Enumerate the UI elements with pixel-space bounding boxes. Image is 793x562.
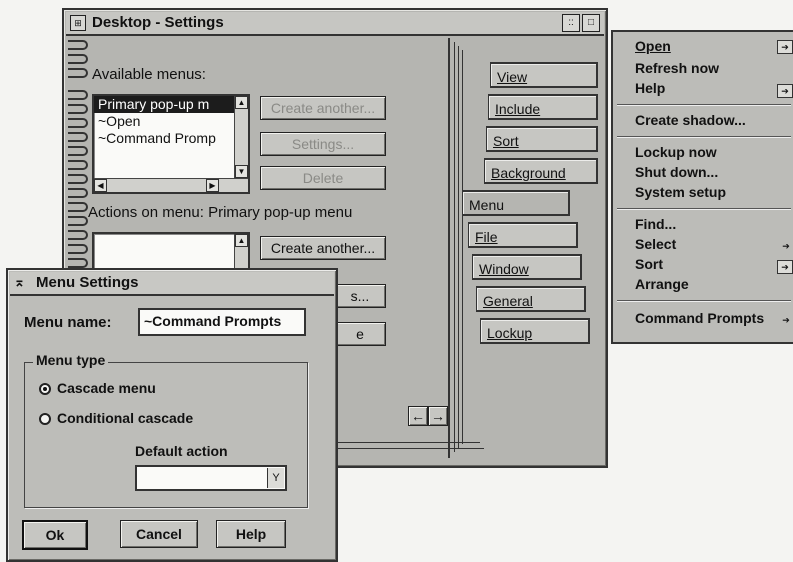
tab-label: Lockup (487, 325, 533, 341)
scroll-down-icon[interactable]: ▼ (235, 165, 248, 178)
submenu-arrow-icon[interactable]: ➔ (777, 84, 793, 98)
menu-item-find[interactable]: Find... (635, 216, 676, 232)
scroll-up-icon[interactable]: ▲ (235, 96, 248, 109)
window-title: Desktop - Settings (92, 14, 224, 31)
arrow-right-icon[interactable]: → (428, 406, 448, 426)
settings-titlebar[interactable]: ⊞ Desktop - Settings :: □ (66, 12, 604, 36)
default-action-combo[interactable]: Y (135, 465, 287, 491)
tab-label: Background (491, 165, 566, 181)
default-action-label: Default action (135, 443, 228, 459)
menu-item-create-shadow[interactable]: Create shadow... (635, 112, 746, 128)
menu-name-label: Menu name: (24, 314, 112, 331)
submenu-arrow-icon[interactable]: ➔ (777, 40, 793, 54)
list-item[interactable]: ~Command Promp (94, 130, 248, 147)
dialog-title: Menu Settings (36, 274, 139, 291)
tab-label: File (475, 229, 498, 245)
menu-item-lockup-now[interactable]: Lockup now (635, 144, 717, 160)
minimize-button[interactable]: :: (562, 14, 580, 32)
menu-separator (617, 104, 791, 106)
cascade-menu-label[interactable]: Cascade menu (57, 380, 156, 396)
desktop-popup-menu: Open ➔ Refresh now Help ➔ Create shadow.… (611, 30, 793, 344)
available-menus-label: Available menus: (92, 66, 206, 83)
tab-label: Sort (493, 133, 519, 149)
submenu-arrow-icon[interactable]: ➔ (779, 240, 793, 252)
list-item[interactable]: Primary pop-up m (94, 96, 248, 113)
dropdown-icon[interactable]: Y (267, 468, 284, 488)
tab-label: Window (479, 261, 529, 277)
tab-background[interactable]: Background (484, 158, 598, 184)
tab-general[interactable]: General (476, 286, 586, 312)
tab-label: Include (495, 101, 541, 117)
cancel-button[interactable]: Cancel (120, 520, 198, 548)
tab-include[interactable]: Include (488, 94, 598, 120)
tab-file[interactable]: File (468, 222, 578, 248)
arrow-left-icon[interactable]: ← (408, 406, 428, 426)
conditional-cascade-radio[interactable] (39, 413, 51, 425)
menu-name-field[interactable]: ~Command Prompts (138, 308, 306, 336)
submenu-arrow-icon[interactable]: ➔ (777, 260, 793, 274)
tab-sort[interactable]: Sort (486, 126, 598, 152)
scroll-up-icon[interactable]: ▲ (235, 234, 248, 247)
window-menu-icon[interactable]: ⌅ (14, 274, 25, 290)
window-menu-icon[interactable]: ⊞ (70, 15, 86, 31)
tab-label: View (497, 69, 528, 85)
scroll-left-icon[interactable]: ◀ (94, 179, 107, 192)
menu-separator (617, 300, 791, 302)
menu-separator (617, 208, 791, 210)
menu-item-system-setup[interactable]: System setup (635, 184, 726, 200)
menu-item-select[interactable]: Select (635, 236, 676, 252)
menu-settings-dialog: ⌅ Menu Settings Menu name: ~Command Prom… (6, 268, 338, 562)
conditional-cascade-label[interactable]: Conditional cascade (57, 410, 193, 426)
menu-item-refresh-now[interactable]: Refresh now (635, 60, 719, 76)
menu-type-group: Menu type Cascade menu Conditional casca… (24, 352, 308, 508)
menu-item-help[interactable]: Help (635, 80, 665, 96)
tab-menu[interactable]: Menu (462, 190, 570, 216)
tab-label: Menu (469, 197, 505, 213)
action-delete-button[interactable]: e (334, 322, 386, 346)
actions-on-menu-label: Actions on menu: Primary pop-up menu (88, 204, 353, 221)
tab-label: General (483, 293, 533, 309)
list-item[interactable]: ~Open (94, 113, 248, 130)
tab-view[interactable]: View (490, 62, 598, 88)
menu-item-arrange[interactable]: Arrange (635, 276, 689, 292)
menu-item-sort[interactable]: Sort (635, 256, 663, 272)
tab-lockup[interactable]: Lockup (480, 318, 590, 344)
menu-item-open[interactable]: Open (635, 38, 671, 54)
create-another-button[interactable]: Create another... (260, 96, 386, 120)
maximize-button[interactable]: □ (582, 14, 600, 32)
menu-type-label: Menu type (33, 352, 109, 368)
help-button[interactable]: Help (216, 520, 286, 548)
menu-separator (617, 136, 791, 138)
horizontal-scrollbar[interactable]: ◀ ▶ (94, 178, 248, 192)
create-another-action-button[interactable]: Create another... (260, 236, 386, 260)
cascade-menu-radio[interactable] (39, 383, 51, 395)
submenu-arrow-icon[interactable]: ➔ (779, 314, 793, 326)
settings-button[interactable]: Settings... (260, 132, 386, 156)
menu-item-command-prompts[interactable]: Command Prompts (635, 310, 764, 326)
menu-item-shut-down[interactable]: Shut down... (635, 164, 718, 180)
vertical-scrollbar[interactable]: ▲ ▼ (234, 96, 248, 178)
action-settings-button[interactable]: s... (334, 284, 386, 308)
tab-window[interactable]: Window (472, 254, 582, 280)
delete-button[interactable]: Delete (260, 166, 386, 190)
dialog-titlebar[interactable]: ⌅ Menu Settings (10, 272, 334, 296)
ok-button[interactable]: Ok (22, 520, 88, 550)
scroll-right-icon[interactable]: ▶ (206, 179, 219, 192)
available-menus-list[interactable]: Primary pop-up m ~Open ~Command Promp ▲ … (92, 94, 250, 194)
